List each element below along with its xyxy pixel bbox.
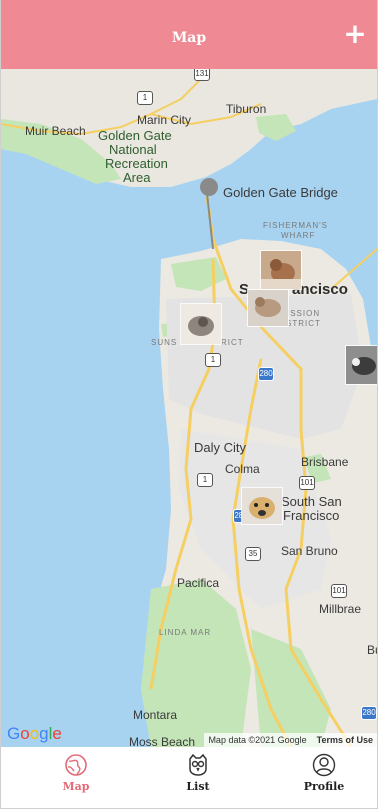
label-muir-beach: Muir Beach bbox=[25, 124, 86, 138]
pet-photo-marker[interactable] bbox=[345, 345, 377, 385]
label-gg-area-3: Recreation bbox=[105, 156, 168, 171]
map-attribution: Map data ©2021 Google Terms of Use bbox=[204, 733, 377, 747]
map-data-text: Map data ©2021 Google bbox=[208, 735, 307, 745]
person-icon bbox=[312, 753, 336, 777]
label-marin-city: Marin City bbox=[137, 113, 192, 127]
map-view[interactable]: Muir Beach Marin City Tiburon Golden Gat… bbox=[1, 69, 377, 747]
highway-280-shield: 280 bbox=[361, 706, 377, 720]
bridge-marker-circle bbox=[200, 178, 218, 196]
label-san-bruno: San Bruno bbox=[281, 544, 338, 558]
tab-profile-label: Profile bbox=[303, 780, 345, 793]
tab-list-label: List bbox=[186, 780, 210, 793]
label-millbrae: Millbrae bbox=[319, 602, 362, 616]
label-golden-gate-bridge: Golden Gate Bridge bbox=[223, 185, 338, 200]
label-colma: Colma bbox=[225, 462, 260, 476]
highway-35-shield: 35 bbox=[245, 547, 261, 561]
highway-1-shield: 1 bbox=[197, 473, 213, 487]
label-mission-2: STRICT bbox=[286, 319, 321, 328]
highway-131-shield: 131 bbox=[194, 69, 210, 81]
tab-map-label: Map bbox=[62, 780, 90, 793]
label-montara: Montara bbox=[133, 708, 178, 722]
globe-icon bbox=[65, 754, 87, 776]
label-gg-area-4: Area bbox=[123, 170, 151, 185]
app-frame: Map + Muir Beach Marin City Tiburon Gold… bbox=[0, 0, 378, 809]
label-gg-area-1: Golden Gate bbox=[98, 128, 172, 143]
owl-icon bbox=[189, 753, 207, 776]
label-gg-area-2: National bbox=[109, 142, 157, 157]
label-pacifica: Pacifica bbox=[177, 576, 220, 590]
label-fishermans-wharf-2: WHARF bbox=[281, 231, 316, 240]
top-bar: Map + bbox=[1, 0, 377, 69]
pet-photo-marker[interactable] bbox=[247, 289, 289, 327]
bottom-tab-bar: Map List Profile bbox=[1, 747, 377, 808]
pet-photo-marker[interactable] bbox=[180, 303, 222, 345]
tab-map[interactable]: Map bbox=[46, 753, 106, 793]
highway-280-shield: 280 bbox=[258, 367, 274, 381]
label-south-sf-1: South San bbox=[281, 494, 342, 509]
google-logo: Google bbox=[7, 724, 62, 743]
label-daly-city: Daly City bbox=[194, 440, 247, 455]
label-moss-beach: Moss Beach bbox=[129, 735, 196, 748]
highway-1-shield: 1 bbox=[205, 353, 221, 367]
tab-profile[interactable]: Profile bbox=[294, 753, 354, 793]
page-title: Map bbox=[171, 30, 207, 46]
map-canvas bbox=[1, 69, 377, 747]
highway-1-shield: 1 bbox=[137, 91, 153, 105]
label-linda-mar: LINDA MAR bbox=[159, 628, 212, 637]
highway-101-shield: 101 bbox=[299, 476, 315, 490]
add-button[interactable]: + bbox=[341, 20, 369, 48]
label-bu: Bu bbox=[367, 643, 377, 657]
label-sunset-1: SUNS bbox=[151, 338, 178, 347]
label-brisbane: Brisbane bbox=[301, 455, 349, 469]
highway-101-shield: 101 bbox=[331, 584, 347, 598]
terms-of-use-link[interactable]: Terms of Use bbox=[317, 735, 373, 745]
label-sunset-2: RICT bbox=[221, 338, 244, 347]
pet-photo-marker[interactable] bbox=[241, 487, 283, 525]
pet-photo-marker[interactable] bbox=[260, 250, 302, 290]
label-tiburon: Tiburon bbox=[226, 102, 267, 116]
label-south-sf-2: Francisco bbox=[283, 508, 340, 523]
tab-list[interactable]: List bbox=[168, 753, 228, 793]
